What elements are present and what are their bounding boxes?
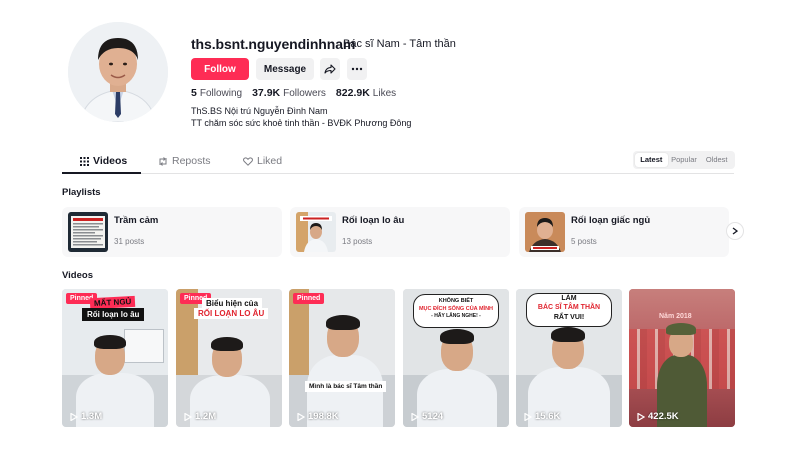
likes-label: Likes [372, 88, 397, 99]
playlist-thumbnail-1 [68, 212, 108, 252]
play-icon [297, 412, 305, 421]
message-button[interactable]: Message [256, 58, 314, 80]
tab-videos[interactable]: Videos [80, 155, 127, 167]
playlist-card-1[interactable]: Trầm cảm 31 posts [62, 207, 282, 257]
bio-line-2: TT chăm sóc sức khoẻ tinh thần - BVĐK Ph… [191, 118, 412, 128]
playlist-title-1: Trầm cảm [114, 215, 159, 226]
playlist-title-2: Rối loạn lo âu [342, 215, 405, 226]
bio-line-1: ThS.BS Nội trú Nguyễn Đình Nam [191, 106, 328, 116]
share-button[interactable] [320, 58, 340, 80]
video-card-6[interactable]: Năm 2018 422.5K [629, 289, 735, 427]
playlist-title-3: Rối loạn giấc ngủ [571, 215, 651, 226]
video-caption-5b: BÁC SĨ TÂM THẦN [537, 304, 601, 311]
video-thumbnail-3 [289, 289, 395, 427]
video-thumbnail-6 [629, 289, 735, 427]
video-card-4[interactable]: KHÔNG BIẾT MỤC ĐÍCH SỐNG CỦA MÌNH - HÃY … [403, 289, 509, 427]
following-count: 5 [191, 87, 197, 99]
play-icon [637, 412, 645, 421]
video-card-5[interactable]: LÀM BÁC SĨ TÂM THẦN RẤT VUI! 15.6K [516, 289, 622, 427]
active-tab-indicator [62, 172, 141, 174]
playlists-next-button[interactable] [726, 222, 744, 240]
followers-count: 37.9K [252, 87, 281, 99]
video-views-count-2: 1.2M [195, 411, 217, 422]
video-caption-5c: RẤT VUI! [553, 314, 585, 321]
play-icon [411, 412, 419, 421]
grid-icon [80, 156, 89, 166]
video-views-count-3: 198.8K [308, 411, 339, 422]
playlist-card-3[interactable]: Rối loạn giấc ngủ 5 posts [519, 207, 729, 257]
tab-videos-label: Videos [93, 155, 128, 167]
followers-label: Followers [283, 88, 326, 99]
video-views-count-4: 5124 [422, 411, 444, 422]
following-stat[interactable]: 5 Following [191, 87, 242, 99]
video-views-count-5: 15.6K [535, 411, 561, 422]
play-icon [524, 412, 532, 421]
repost-icon [159, 156, 167, 166]
more-options-button[interactable] [347, 58, 367, 80]
following-label: Following [199, 88, 243, 99]
video-caption-4a: KHÔNG BIẾT [438, 298, 474, 304]
video-card-1[interactable]: Pinned MẤT NGỦ Rối loạn lo âu 1.3M [62, 289, 168, 427]
followers-stat[interactable]: 37.9K Followers [252, 87, 326, 99]
play-icon [184, 412, 192, 421]
video-views-count-6: 422.5K [648, 411, 679, 422]
video-card-3[interactable]: Pinned Mình là bác sĩ Tâm thần 198.8K [289, 289, 395, 427]
playlist-thumbnail-3 [525, 212, 565, 252]
tab-liked[interactable]: Liked [243, 155, 282, 167]
video-caption-1b: Rối loạn lo âu [82, 308, 145, 322]
playlist-count-2: 13 posts [342, 237, 373, 246]
avatar-image [68, 22, 168, 122]
playlists-heading: Playlists [62, 187, 101, 198]
video-views-1: 1.3M [70, 411, 102, 422]
video-views-4: 5124 [411, 411, 443, 422]
profile-username: ths.bsnt.nguyendinhnam [191, 36, 356, 52]
likes-stat: 822.9K Likes [336, 87, 396, 99]
playlist-card-2[interactable]: Rối loạn lo âu 13 posts [290, 207, 510, 257]
video-views-6: 422.5K [637, 411, 679, 422]
follow-button[interactable]: Follow [191, 58, 249, 80]
share-icon [324, 64, 336, 74]
sort-oldest[interactable]: Oldest [700, 153, 733, 167]
video-caption-4c: - HÃY LẮNG NGHE! - [431, 313, 481, 319]
playlist-count-1: 31 posts [114, 237, 145, 246]
video-card-2[interactable]: Pinned Biểu hiện của RỐI LOẠN LO ÂU 1.2M [176, 289, 282, 427]
videos-heading: Videos [62, 270, 93, 281]
profile-avatar[interactable] [68, 22, 168, 122]
playlist-count-3: 5 posts [571, 237, 597, 246]
video-views-5: 15.6K [524, 411, 560, 422]
more-icon [351, 67, 363, 71]
video-caption-3a: Mình là bác sĩ Tâm thần [305, 381, 387, 393]
video-views-2: 1.2M [184, 411, 216, 422]
video-views-3: 198.8K [297, 411, 339, 422]
sort-popular[interactable]: Popular [668, 153, 701, 167]
heart-icon [243, 156, 253, 166]
sort-latest[interactable]: Latest [635, 153, 668, 167]
video-caption-4b: MỤC ĐÍCH SỐNG CỦA MÌNH [418, 306, 494, 312]
profile-nickname: Bác sĩ Nam - Tâm thần [343, 38, 456, 50]
video-views-count-1: 1.3M [81, 411, 103, 422]
play-icon [70, 412, 78, 421]
chevron-right-icon [732, 227, 738, 235]
pinned-badge: Pinned [293, 293, 325, 304]
tab-liked-label: Liked [257, 155, 283, 167]
tab-reposts-label: Reposts [172, 155, 211, 167]
tab-reposts[interactable]: Reposts [158, 155, 211, 167]
video-caption-5a: LÀM [561, 295, 577, 302]
likes-count: 822.9K [335, 87, 370, 99]
sort-toggle: Latest Popular Oldest [633, 151, 735, 169]
video-caption-2b: RỐI LOẠN LO ÂU [194, 308, 269, 320]
playlist-thumbnail-2 [296, 212, 336, 252]
video-caption-6a: Năm 2018 [659, 313, 692, 320]
profile-stats: 5 Following 37.9K Followers 822.9K Likes [191, 87, 396, 99]
